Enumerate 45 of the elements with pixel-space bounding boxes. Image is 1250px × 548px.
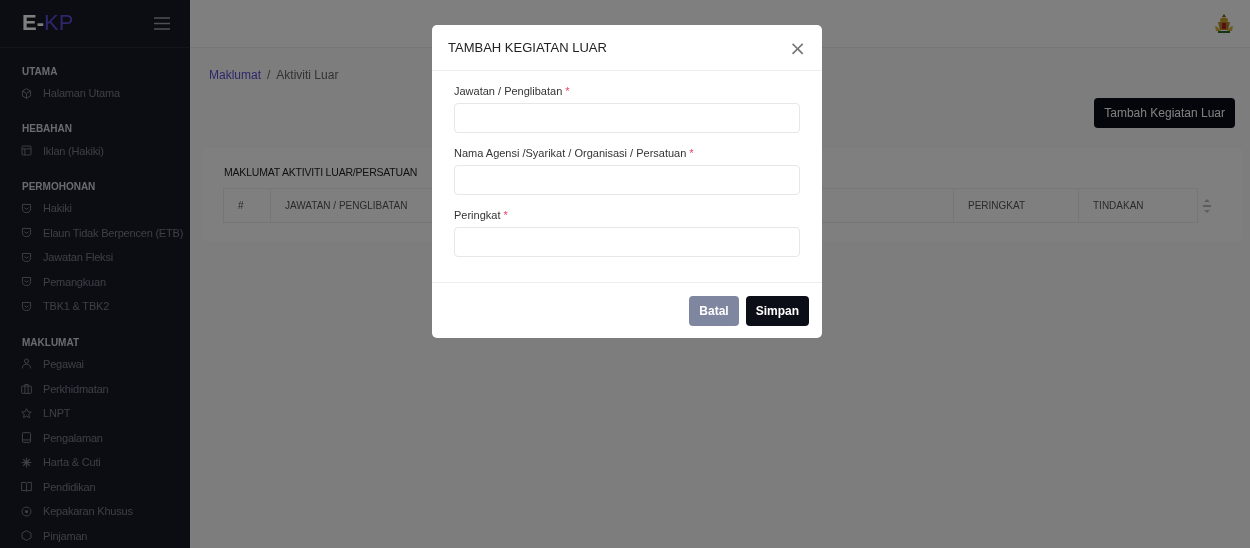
field-label: Nama Agensi /Syarikat / Organisasi / Persatuan [454,147,687,159]
logo-text: KP [44,10,74,37]
required-mark: * [689,147,694,159]
field-label: Peringkat [454,209,501,221]
card-title: MAKLUMAT AKTIVITI LUAR/PERSATUAN [224,166,419,178]
nav-icon [20,382,33,396]
scroll-arrows-icon[interactable] [1202,198,1211,213]
emblem-icon [1213,12,1235,35]
nav-icon [20,480,33,494]
column-header: TINDAKAN [1078,188,1198,223]
input-field[interactable] [454,103,800,133]
logo-text: E- [22,10,44,37]
nav-icon [20,201,33,215]
section-title: UTAMA [21,65,59,77]
nav-icon [20,431,33,445]
section-title: PERMOHONAN [21,181,97,192]
breadcrumb-separator: / [267,68,271,82]
cancel-button[interactable]: Batal [689,296,739,326]
dialog-title: TAMBAH KEGIATAN LUAR [448,40,607,55]
save-button[interactable]: Simpan [745,296,809,326]
nav-icon [20,275,33,289]
column-header: PERINGKAT [953,188,1079,223]
nav-icon [20,357,33,371]
nav-icon [20,406,33,420]
input-field[interactable] [454,165,800,195]
nav-icon [20,299,33,313]
column-header: # [223,188,271,223]
input-field[interactable] [454,227,800,257]
breadcrumb-current: Aktiviti Luar [276,68,339,82]
field-label: Jawatan / Penglibatan [454,85,563,97]
add-activity-button[interactable]: Tambah Kegiatan Luar [1094,98,1235,128]
nav-icon [20,144,33,158]
nav-icon [20,455,33,469]
required-mark: * [503,209,508,221]
nav-icon [20,226,33,240]
section-title: MAKLUMAT [21,336,81,348]
nav-icon [20,250,33,264]
nav-icon [20,86,33,100]
section-title: HEBAHAN [21,123,73,135]
nav-icon [20,529,33,543]
menu-icon[interactable] [154,16,170,30]
close-button[interactable]: × [785,37,810,58]
required-mark: * [565,85,570,97]
nav-icon [20,504,33,518]
breadcrumb-link[interactable]: Maklumat [209,68,261,82]
